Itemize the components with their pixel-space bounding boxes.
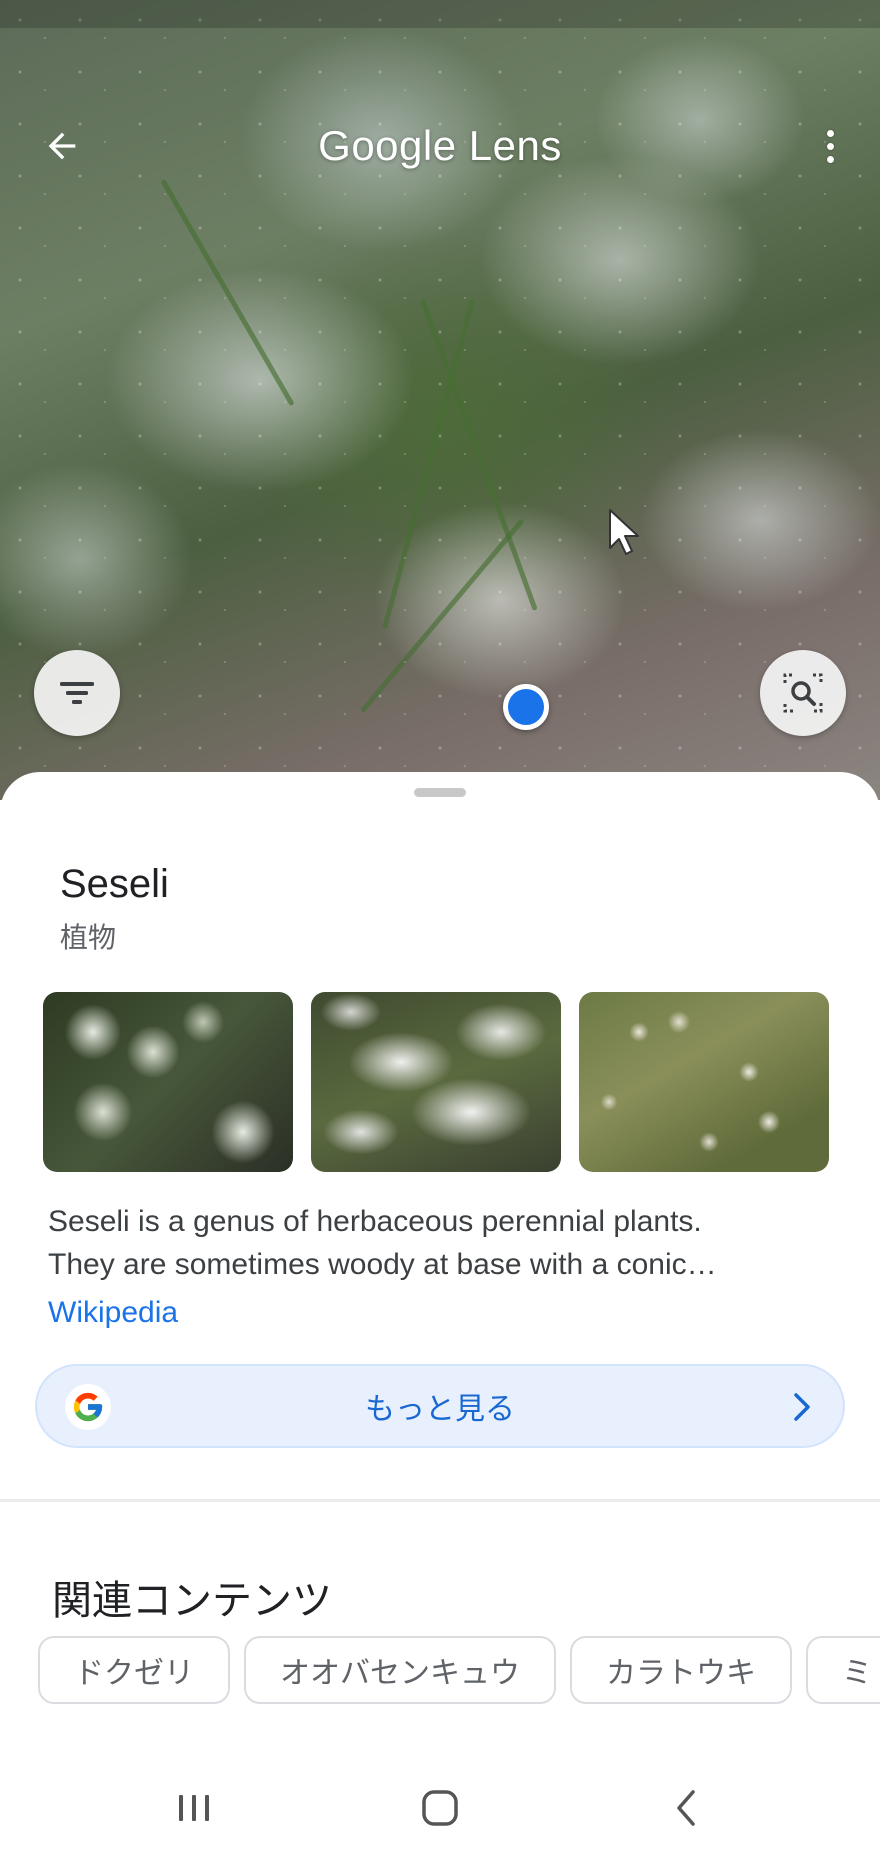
result-image[interactable] [43, 992, 293, 1172]
more-dot [826, 142, 834, 150]
chevron-right-icon [794, 1393, 810, 1421]
top-app-bar: Google Lens [0, 100, 880, 190]
recent-apps-button[interactable] [154, 1778, 234, 1838]
see-more-label: もっと見る [365, 1393, 515, 1426]
description-line: They are sometimes woody at base with a … [48, 1248, 717, 1281]
see-more-button[interactable]: もっと見る [35, 1364, 845, 1448]
description-line: Seseli is a genus of herbaceous perennia… [48, 1205, 702, 1238]
app-title: Google Lens [318, 122, 562, 169]
mouse-cursor-icon [609, 509, 639, 555]
home-button[interactable] [400, 1778, 480, 1838]
result-category: 植物 [60, 922, 117, 953]
filter-button[interactable] [34, 650, 120, 736]
result-image[interactable] [311, 992, 561, 1172]
related-chip-row: ドクゼリ オオバセンキュウ カラトウキミ [38, 1636, 880, 1708]
result-image-strip [43, 992, 829, 1172]
system-navigation-bar [0, 1760, 880, 1858]
back-chevron-icon [677, 1790, 695, 1826]
related-chip[interactable]: ドクゼリ [38, 1636, 230, 1704]
related-chip[interactable]: オオバセンキュウ [244, 1636, 556, 1704]
related-chip[interactable]: ミ [806, 1636, 880, 1704]
selection-dot[interactable] [503, 684, 549, 730]
sheet-drag-handle[interactable] [414, 788, 466, 797]
source-link[interactable]: Wikipedia [48, 1296, 178, 1330]
more-options-button[interactable] [810, 122, 850, 170]
more-dot [826, 155, 834, 163]
result-sheet: Seseli 植物 Seseli is a genus of herbaceou… [0, 772, 880, 1858]
section-divider [0, 1499, 880, 1502]
image-search-button[interactable] [760, 650, 846, 736]
result-description: Seseli is a genus of herbaceous perennia… [48, 1200, 838, 1286]
result-image[interactable] [579, 992, 829, 1172]
image-search-icon [783, 673, 823, 713]
result-title: Seseli [60, 862, 169, 906]
plant-stem [160, 178, 295, 407]
related-chip[interactable]: カラトウキ [570, 1636, 792, 1704]
plant-stem [382, 299, 475, 630]
plant-stem [359, 518, 525, 714]
plant-stem [420, 299, 538, 611]
home-icon [422, 1790, 458, 1826]
recent-apps-icon [179, 1795, 209, 1821]
more-vertical-icon [826, 129, 834, 137]
system-back-button[interactable] [646, 1778, 726, 1838]
status-bar [0, 0, 880, 28]
filter-icon [60, 682, 94, 704]
related-content-title: 関連コンテンツ [52, 1579, 332, 1623]
